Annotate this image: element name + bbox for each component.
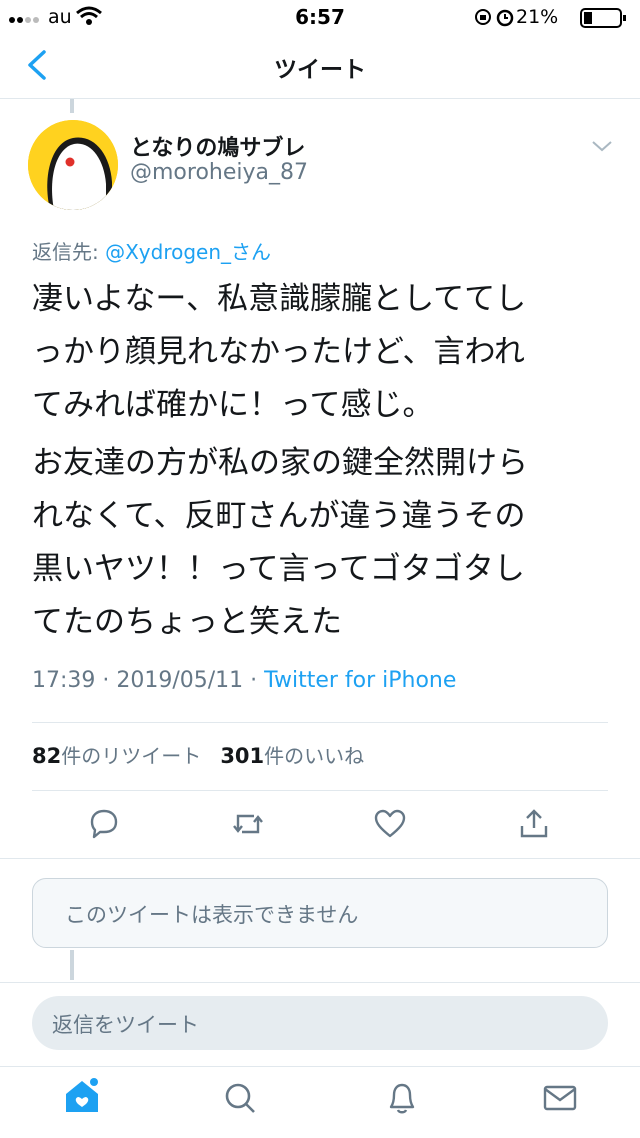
lock-rotation-icon: [475, 9, 491, 25]
reply-input-placeholder: 返信をツイート: [52, 1013, 199, 1037]
timestamp: 17:39 · 2019/05/11 ·: [32, 668, 265, 693]
reply-to-mention[interactable]: @Xydrogen_さん: [105, 240, 271, 264]
tweet-line: お友達の方が私の家の鍵全然開けら: [32, 445, 528, 481]
tweet-paragraph-2: お友達の方が私の家の鍵全然開けら れなくて、反町さんが違う違うその 黒いヤツ！！…: [32, 437, 612, 649]
navigation-bar: ツイート: [0, 36, 640, 99]
display-name[interactable]: となりの鳩サブレ: [130, 130, 305, 162]
battery-icon: [580, 8, 626, 28]
retweet-count[interactable]: 82: [32, 744, 61, 768]
reply-input[interactable]: 返信をツイート: [32, 996, 608, 1050]
search-icon[interactable]: [222, 1080, 258, 1116]
battery-percent: 21%: [516, 6, 559, 28]
tweet-line: れなくて、反町さんが違う違うその: [32, 498, 526, 534]
engagement-stats: 82件のリツイート 301件のいいね: [32, 740, 364, 769]
thread-connector: [70, 950, 74, 980]
divider: [0, 858, 640, 859]
like-label[interactable]: 件のいいね: [264, 744, 364, 768]
tweet-line: てみれば確かに！って感じ。: [32, 387, 434, 423]
tweet-paragraph-1: 凄いよなー、私意識朦朧としててし っかり顔見れなかったけど、言われ てみれば確か…: [32, 273, 612, 432]
like-icon[interactable]: [372, 806, 408, 842]
tab-bar-divider: [0, 1066, 640, 1067]
reply-icon[interactable]: [86, 806, 122, 842]
like-count[interactable]: 301: [220, 744, 264, 768]
avatar[interactable]: [28, 120, 118, 210]
divider: [0, 982, 640, 983]
unavailable-tweet-card: このツイートは表示できません: [32, 878, 608, 948]
status-bar: au 6:57 21%: [0, 0, 640, 36]
messages-icon[interactable]: [542, 1080, 578, 1116]
home-icon[interactable]: [62, 1076, 102, 1116]
thread-connector: [70, 99, 74, 113]
tweet-meta: 17:39 · 2019/05/11 · Twitter for iPhone: [32, 668, 456, 693]
share-icon[interactable]: [516, 806, 552, 842]
retweet-icon[interactable]: [230, 806, 266, 842]
chevron-down-icon[interactable]: [590, 138, 614, 154]
unavailable-tweet-text: このツイートは表示できません: [65, 903, 359, 927]
user-handle[interactable]: @moroheiya_87: [130, 160, 308, 185]
source-link[interactable]: Twitter for iPhone: [264, 668, 456, 693]
notifications-icon[interactable]: [384, 1080, 420, 1116]
tweet-line: てたのちょっと笑えた: [32, 604, 342, 640]
retweet-label[interactable]: 件のリツイート: [61, 744, 201, 768]
tweet-line: 黒いヤツ！！って言ってゴタゴタし: [32, 551, 525, 587]
divider: [32, 790, 608, 791]
alarm-icon: [496, 9, 514, 27]
tweet-line: っかり顔見れなかったけど、言われ: [32, 334, 525, 370]
divider: [32, 722, 608, 723]
tweet-line: 凄いよなー、私意識朦朧としててし: [32, 281, 527, 317]
reply-to-line: 返信先: @Xydrogen_さん: [32, 236, 271, 265]
pigeon-avatar-image: [28, 120, 118, 210]
page-title: ツイート: [274, 57, 366, 83]
reply-to-prefix: 返信先:: [32, 240, 106, 264]
